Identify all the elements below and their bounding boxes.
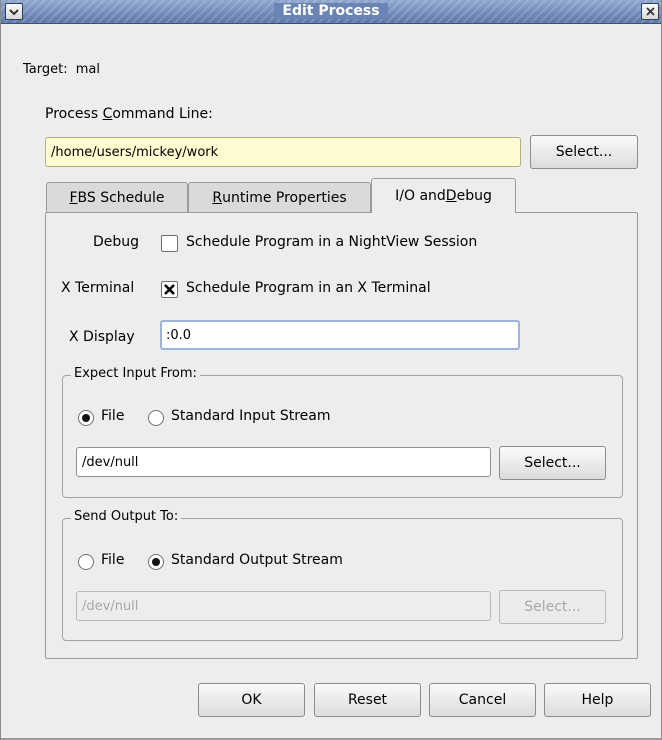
tab-runtime-label: untime Properties	[222, 189, 347, 206]
close-icon	[645, 7, 655, 16]
tab-runtime-mnemonic: R	[212, 189, 223, 206]
xterm-checkbox[interactable]	[161, 281, 178, 298]
target-row: Target: mal	[23, 62, 100, 77]
output-path-input: /dev/null	[76, 591, 491, 621]
help-button[interactable]: Help	[544, 683, 651, 717]
input-select-button[interactable]: Select...	[499, 446, 606, 480]
title-bar[interactable]: Edit Process	[1, 0, 661, 24]
tab-runtime-properties[interactable]: Runtime Properties	[188, 182, 371, 212]
tab-io-label: ebug	[456, 188, 492, 204]
close-button[interactable]	[641, 3, 659, 20]
input-group: Expect Input From: File Standard Input S…	[62, 366, 623, 498]
edit-process-dialog: Edit Process Target: mal Process Command…	[0, 0, 662, 740]
command-line-label-post: ommand Line:	[112, 106, 213, 122]
output-stream-radio[interactable]	[148, 554, 164, 570]
tab-io-label-pre: I/O and	[395, 188, 446, 204]
ok-button[interactable]: OK	[198, 683, 305, 717]
input-file-label[interactable]: File	[101, 408, 124, 424]
tab-io-mnemonic: D	[445, 188, 457, 204]
io-debug-panel: Debug Schedule Program in a NightView Se…	[45, 212, 638, 659]
target-value: mal	[75, 62, 100, 77]
input-path-input[interactable]: /dev/null	[76, 447, 491, 477]
checkmark-x-icon	[164, 284, 175, 295]
tab-fbs-label: BS Schedule	[77, 189, 165, 206]
xterm-label: X Terminal	[61, 280, 135, 296]
tab-io-and-debug[interactable]: I/O and Debug	[371, 178, 516, 213]
command-select-button[interactable]: Select...	[530, 135, 638, 169]
debug-label: Debug	[93, 234, 140, 250]
command-line-mnemonic: C	[102, 106, 113, 122]
command-line-label: Process Command Line:	[45, 106, 213, 122]
target-label: Target:	[23, 62, 68, 77]
input-stream-label[interactable]: Standard Input Stream	[171, 408, 331, 424]
output-select-button: Select...	[499, 590, 606, 624]
xterm-checkbox-label[interactable]: Schedule Program in an X Terminal	[186, 280, 431, 296]
debug-checkbox[interactable]	[161, 235, 178, 252]
output-group-title: Send Output To:	[71, 509, 182, 524]
input-file-radio[interactable]	[78, 410, 94, 426]
cancel-button[interactable]: Cancel	[429, 683, 536, 717]
debug-checkbox-label[interactable]: Schedule Program in a NightView Session	[186, 234, 477, 250]
command-line-label-pre: Process	[45, 106, 103, 122]
window-title: Edit Process	[274, 3, 388, 19]
xdisplay-input[interactable]: :0.0	[160, 320, 520, 350]
input-group-title: Expect Input From:	[71, 366, 200, 381]
command-line-input[interactable]: /home/users/mickey/work	[45, 137, 521, 167]
window-title-container: Edit Process	[1, 3, 661, 19]
tab-fbs-schedule[interactable]: F BS Schedule	[46, 182, 188, 212]
input-stream-radio[interactable]	[148, 410, 164, 426]
output-group: Send Output To: File Standard Output Str…	[62, 509, 623, 641]
tab-fbs-mnemonic: F	[69, 189, 78, 206]
output-file-radio[interactable]	[78, 554, 94, 570]
xdisplay-label: X Display	[69, 329, 135, 345]
reset-button[interactable]: Reset	[314, 683, 421, 717]
output-file-label[interactable]: File	[101, 552, 124, 568]
output-stream-label[interactable]: Standard Output Stream	[171, 552, 343, 568]
